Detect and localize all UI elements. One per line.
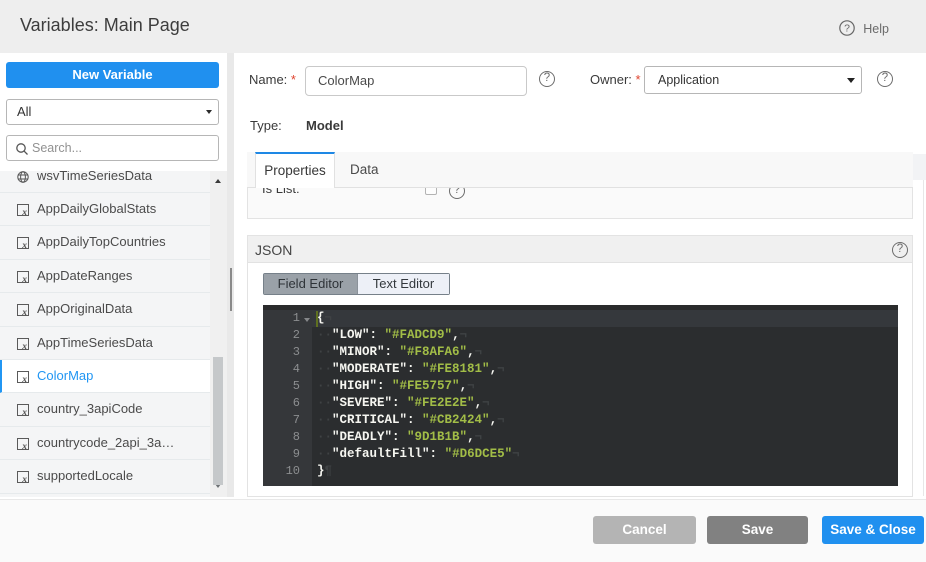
- svg-text:?: ?: [844, 23, 850, 35]
- svg-text:x: x: [21, 308, 27, 318]
- svg-text:x: x: [21, 442, 27, 452]
- svg-text:x: x: [21, 375, 27, 385]
- svg-text:x: x: [21, 275, 27, 285]
- svg-text:x: x: [21, 208, 27, 218]
- svg-text:x: x: [21, 241, 27, 251]
- svg-text:x: x: [21, 342, 27, 352]
- svg-text:x: x: [21, 475, 27, 485]
- svg-text:x: x: [21, 408, 27, 418]
